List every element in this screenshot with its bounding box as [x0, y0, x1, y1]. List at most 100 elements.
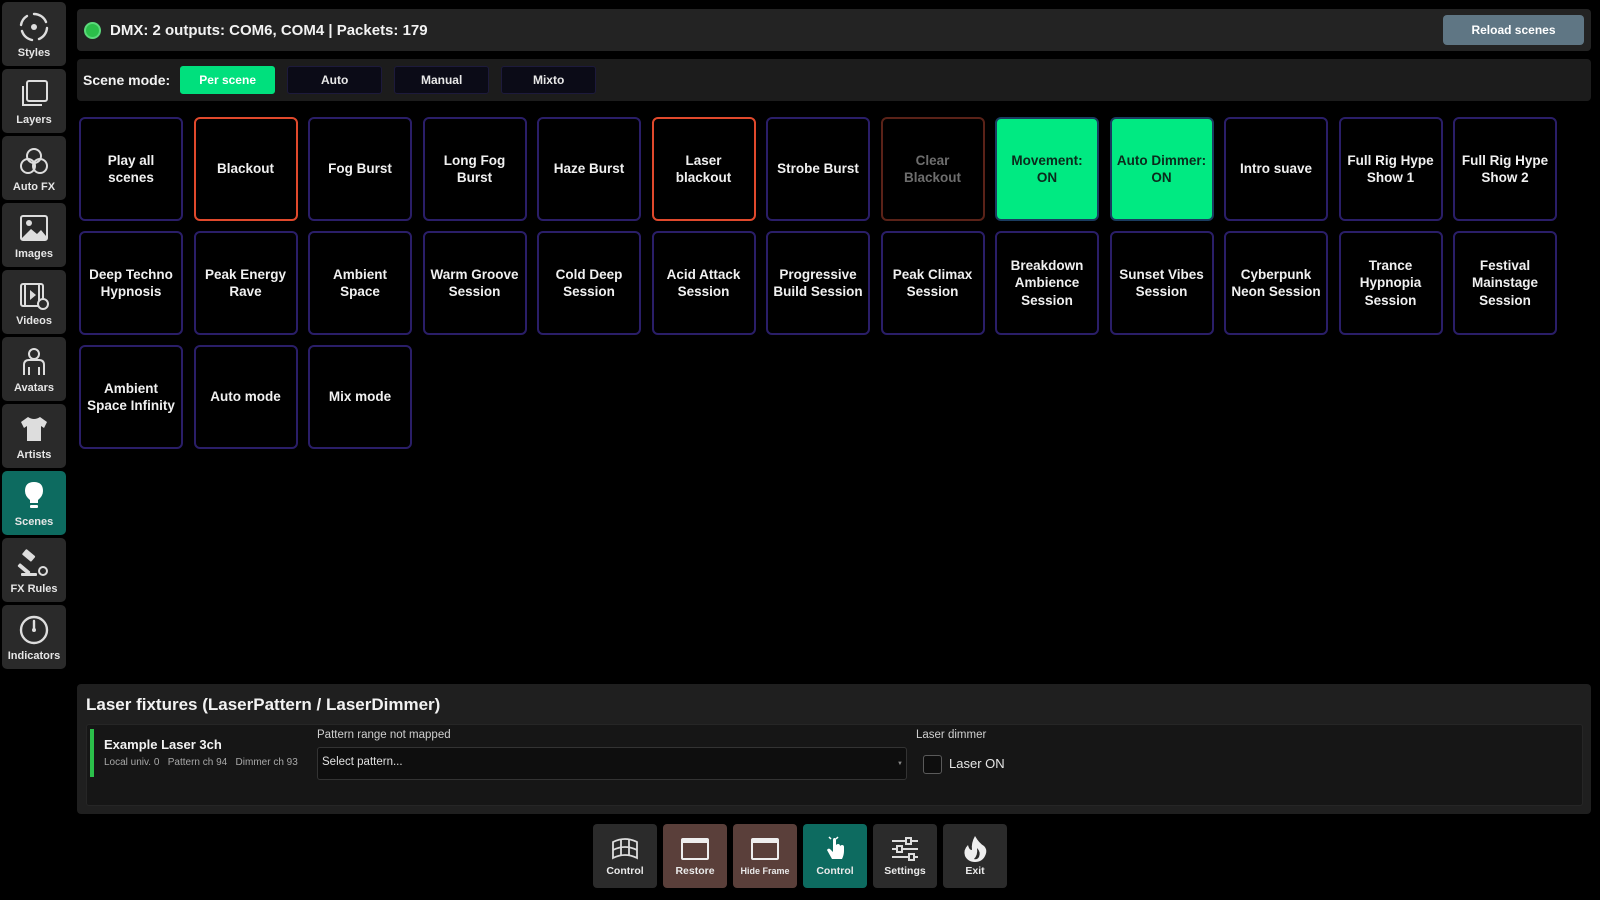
- status-indicator-icon: [84, 21, 101, 39]
- sidebar-item-label: Artists: [16, 448, 52, 461]
- gavel-icon: [17, 548, 48, 576]
- scene-mode-bar: Scene mode: Per scene Auto Manual Mixto: [77, 59, 1591, 101]
- scene-grid: Play all scenes Blackout Fog Burst Long Fog…: [79, 117, 1557, 449]
- styles-icon: [19, 12, 49, 41]
- sidebar-item-indicators[interactable]: Indicators: [2, 605, 66, 669]
- dmx-status-text: DMX: 2 outputs: COM6, COM4 | Packets: 17…: [110, 21, 428, 39]
- sidebar-item-label: Layers: [16, 113, 52, 126]
- scene-button[interactable]: Fog Burst: [308, 117, 412, 221]
- fixture-name: Example Laser 3ch: [104, 737, 222, 752]
- window-restore-icon: [681, 838, 709, 861]
- sidebar-item-fx-rules[interactable]: FX Rules: [2, 538, 66, 602]
- mode-auto-button[interactable]: Auto: [287, 66, 383, 94]
- chevron-down-icon: ▼: [897, 761, 903, 767]
- sliders-icon: [892, 837, 918, 862]
- fixture-accent-bar: [90, 729, 94, 777]
- sidebar-item-label: FX Rules: [10, 582, 58, 595]
- restore-button[interactable]: Restore: [663, 824, 727, 888]
- scene-button[interactable]: Progressive Build Session: [766, 231, 870, 335]
- scene-button[interactable]: Peak Energy Rave: [193, 231, 298, 335]
- pattern-select[interactable]: Select pattern... ▼: [317, 747, 907, 780]
- scene-button[interactable]: Festival Mainstage Session: [1453, 231, 1557, 335]
- control-grid-button[interactable]: Control: [593, 824, 657, 888]
- laser-on-checkbox[interactable]: [923, 755, 942, 774]
- mode-manual-button[interactable]: Manual: [394, 66, 490, 94]
- sidebar-item-avatars[interactable]: Avatars: [2, 337, 66, 401]
- reload-scenes-button[interactable]: Reload scenes: [1443, 15, 1584, 45]
- scene-button[interactable]: Long Fog Burst: [422, 117, 527, 221]
- scene-button[interactable]: Movement: ON: [995, 117, 1099, 221]
- sidebar-item-artists[interactable]: Artists: [2, 404, 66, 468]
- scene-button[interactable]: Cyberpunk Neon Session: [1224, 231, 1328, 335]
- pattern-select-value: Select pattern...: [322, 756, 403, 768]
- sidebar: Styles Layers Auto FX Images Videos Avat…: [2, 2, 68, 672]
- scene-button[interactable]: Intro suave: [1224, 117, 1328, 221]
- sidebar-item-label: Styles: [17, 46, 51, 59]
- settings-button[interactable]: Settings: [873, 824, 937, 888]
- hide-frame-button[interactable]: Hide Frame: [733, 824, 797, 888]
- toolbar-label: Restore: [675, 865, 715, 878]
- scene-button[interactable]: Strobe Burst: [766, 117, 870, 221]
- sidebar-item-images[interactable]: Images: [2, 203, 66, 267]
- sidebar-item-layers[interactable]: Layers: [2, 69, 66, 133]
- scene-button[interactable]: Deep Techno Hypnosis: [79, 231, 183, 335]
- scene-button[interactable]: Breakdown Ambience Session: [995, 231, 1099, 335]
- lightbulb-icon: [25, 481, 43, 508]
- sidebar-item-label: Auto FX: [12, 180, 56, 193]
- scene-button[interactable]: Auto mode: [193, 345, 298, 449]
- toolbar-label: Exit: [965, 865, 985, 878]
- grid-globe-icon: [612, 838, 638, 860]
- scene-button[interactable]: Full Rig Hype Show 1: [1338, 117, 1443, 221]
- scene-button[interactable]: Ambient Space: [308, 231, 412, 335]
- fixture-meta: Local univ. 0 Pattern ch 94 Dimmer ch 93: [104, 757, 298, 768]
- sidebar-item-styles[interactable]: Styles: [2, 2, 66, 66]
- scene-button[interactable]: Full Rig Hype Show 2: [1453, 117, 1557, 221]
- sidebar-item-label: Avatars: [14, 381, 54, 394]
- scene-button[interactable]: Haze Burst: [537, 117, 641, 221]
- scene-button[interactable]: Clear Blackout: [880, 117, 985, 221]
- scene-button[interactable]: Play all scenes: [79, 117, 183, 221]
- hide-frame-icon: [751, 838, 779, 861]
- toolbar-label: Settings: [884, 865, 926, 878]
- laser-fixture-row: Example Laser 3ch Local univ. 0 Pattern …: [86, 724, 1583, 806]
- scene-button[interactable]: Acid Attack Session: [651, 231, 756, 335]
- sidebar-item-label: Videos: [16, 314, 52, 327]
- sidebar-item-label: Images: [15, 247, 53, 260]
- mode-mixto-button[interactable]: Mixto: [501, 66, 597, 94]
- image-icon: [20, 214, 48, 241]
- exit-button[interactable]: Exit: [943, 824, 1007, 888]
- scene-button[interactable]: Auto Dimmer: ON: [1109, 117, 1214, 221]
- auto-fx-icon: [20, 147, 48, 174]
- sidebar-item-label: Scenes: [14, 515, 54, 528]
- sidebar-item-scenes[interactable]: Scenes: [2, 471, 66, 535]
- touch-hand-icon: [827, 836, 844, 860]
- toolbar-label: Control: [816, 865, 854, 878]
- toolbar-label: Control: [606, 865, 644, 878]
- laser-on-label: Laser ON: [949, 756, 1005, 771]
- mode-per-scene-button[interactable]: Per scene: [180, 66, 276, 94]
- control-touch-button[interactable]: Control: [803, 824, 867, 888]
- scene-button[interactable]: Blackout: [193, 117, 298, 221]
- bottom-toolbar: Control Restore Hide Frame Control Setti…: [593, 824, 1013, 888]
- video-icon: [20, 282, 49, 310]
- scene-mode-label: Scene mode:: [83, 72, 171, 88]
- gauge-icon: [19, 615, 49, 644]
- scene-button[interactable]: Ambient Space Infinity: [79, 345, 183, 449]
- laser-fixtures-panel: Laser fixtures (LaserPattern / LaserDimm…: [77, 684, 1591, 814]
- sidebar-item-label: Indicators: [7, 649, 61, 662]
- layers-icon: [22, 79, 48, 106]
- scene-button[interactable]: Mix mode: [308, 345, 412, 449]
- sidebar-item-auto-fx[interactable]: Auto FX: [2, 136, 66, 200]
- scene-button[interactable]: Laser blackout: [651, 117, 756, 221]
- exit-flame-icon: [964, 836, 987, 863]
- scene-button[interactable]: Peak Climax Session: [880, 231, 985, 335]
- avatar-icon: [23, 347, 45, 375]
- scene-button[interactable]: Trance Hypnopia Session: [1338, 231, 1443, 335]
- shirt-icon: [21, 416, 47, 441]
- scene-button[interactable]: Sunset Vibes Session: [1109, 231, 1214, 335]
- pattern-label: Pattern range not mapped: [317, 729, 451, 741]
- scene-button[interactable]: Cold Deep Session: [537, 231, 641, 335]
- sidebar-item-videos[interactable]: Videos: [2, 270, 66, 334]
- dmx-status-bar: DMX: 2 outputs: COM6, COM4 | Packets: 17…: [77, 9, 1591, 51]
- scene-button[interactable]: Warm Groove Session: [422, 231, 527, 335]
